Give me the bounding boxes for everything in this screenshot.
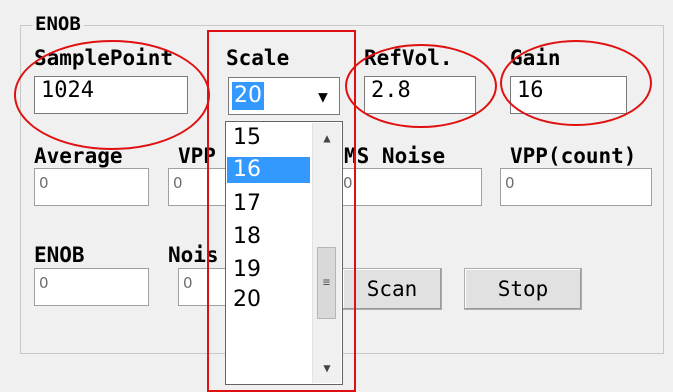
average-output: 0: [34, 168, 149, 206]
rms-noise-output: 0: [342, 168, 482, 206]
annotation-ellipse-gain: [500, 40, 652, 126]
annotation-rect-scale: [207, 30, 356, 392]
stop-button[interactable]: Stop: [464, 268, 582, 310]
label-vpp-count: VPP(count): [510, 144, 637, 168]
annotation-ellipse-ref-vol: [345, 44, 497, 128]
group-title: ENOB: [32, 13, 84, 35]
enob-output: 0: [34, 268, 149, 306]
label-rms-noise: MS Noise: [344, 144, 446, 168]
vpp-count-output: 0: [500, 168, 652, 206]
scan-button[interactable]: Scan: [342, 268, 442, 310]
annotation-ellipse-sample-point: [14, 40, 210, 150]
label-enob: ENOB: [34, 243, 85, 267]
